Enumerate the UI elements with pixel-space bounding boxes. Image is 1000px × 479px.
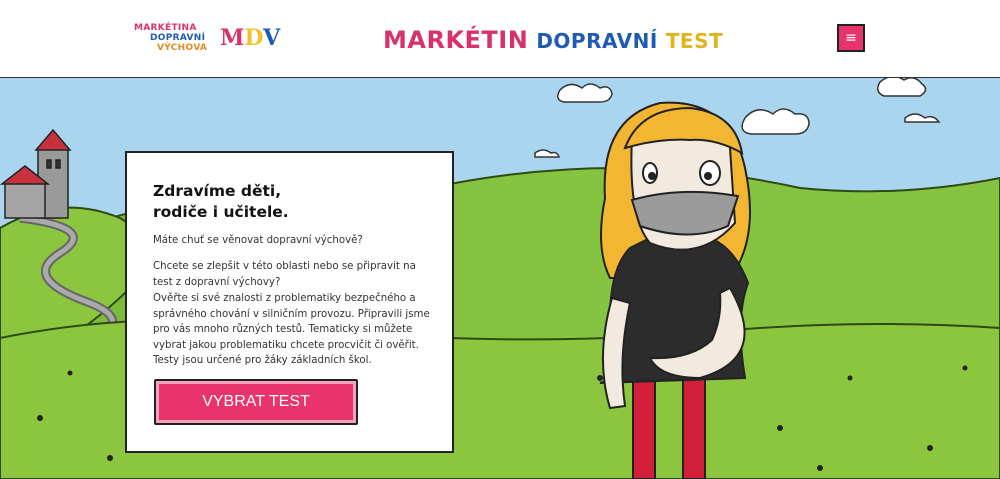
site-title-word1: MARKÉTIN	[383, 26, 529, 54]
site-title[interactable]: MARKÉTIN DOPRAVNÍ TEST	[383, 25, 723, 55]
menu-button[interactable]: ≡	[837, 24, 865, 52]
logo-text-line2: DOPRAVNÍ	[150, 33, 206, 43]
welcome-heading: Zdravíme děti, rodiče i učitele.	[153, 181, 433, 223]
welcome-paragraph-3: Ověřte si své znalosti z problematiky be…	[153, 293, 430, 366]
logo-mdv-m: M	[220, 25, 245, 51]
site-title-word3: TEST	[665, 29, 724, 53]
logo-text-line3: VÝCHOVA	[157, 43, 208, 53]
welcome-heading-line1: Zdravíme děti,	[153, 182, 282, 200]
logo-mdv-d: D	[244, 25, 264, 51]
welcome-paragraph-2: Chcete se zlepšit v této oblasti nebo se…	[153, 261, 416, 288]
site-header: MARKÉTINA DOPRAVNÍ VÝCHOVA MDV MARKÉTIN D…	[0, 0, 1000, 78]
welcome-paragraph-1: Máte chuť se věnovat dopravní výchově?	[153, 235, 363, 246]
welcome-card: Zdravíme děti, rodiče i učitele. Máte ch…	[125, 151, 454, 453]
choose-test-button[interactable]: VYBRAT TEST	[154, 379, 358, 425]
hero-section: Zdravíme děti, rodiče i učitele. Máte ch…	[0, 78, 1000, 479]
logo-text-line1: MARKÉTINA	[134, 23, 197, 33]
logo-mdv-v: V	[263, 25, 281, 51]
welcome-heading-line2: rodiče i učitele.	[153, 203, 289, 221]
site-logo[interactable]: MARKÉTINA DOPRAVNÍ VÝCHOVA MDV	[132, 22, 280, 56]
logo-mdv-mark: MDV	[220, 25, 280, 51]
site-title-word2: DOPRAVNÍ	[536, 29, 658, 53]
hamburger-icon: ≡	[845, 30, 857, 46]
